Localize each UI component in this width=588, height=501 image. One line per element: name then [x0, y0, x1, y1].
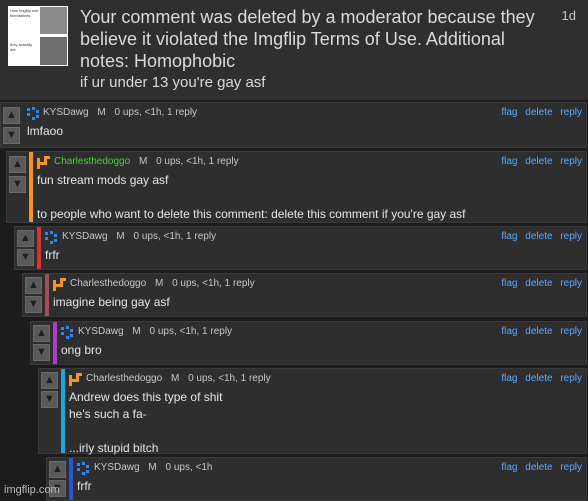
meme-thumbnail[interactable]: How Imgflip see themselves they actually…	[8, 6, 68, 66]
reply-link[interactable]: reply	[560, 278, 582, 289]
deleted-comment-text: if ur under 13 you're gay asf	[80, 74, 266, 91]
comment-text: ong bro	[61, 343, 102, 357]
comment-reply-7: ▲ ▼ KYSDawg M 0 ups, <1h flag delete rep…	[46, 457, 587, 501]
moderator-message: Your comment was deleted by a moderator …	[80, 7, 535, 71]
comment-text: frfr	[77, 479, 92, 493]
comment-stats: 0 ups, <1h, 1 reply	[149, 326, 233, 337]
delete-link[interactable]: delete	[525, 156, 552, 167]
avatar-icon[interactable]	[69, 373, 82, 386]
comment-age: 1d	[561, 8, 576, 23]
downvote-button[interactable]: ▼	[41, 391, 58, 408]
downvote-button[interactable]: ▼	[33, 344, 50, 361]
thread-bar	[45, 274, 49, 316]
downvote-button[interactable]: ▼	[3, 127, 20, 144]
upvote-button[interactable]: ▲	[25, 277, 42, 294]
avatar-icon[interactable]	[27, 107, 40, 120]
comment-username[interactable]: Charlesthedoggo	[86, 373, 162, 384]
comment-reply-6: ▲ ▼ Charlesthedoggo M 0 ups, <1h, 1 repl…	[38, 368, 587, 455]
delete-link[interactable]: delete	[525, 462, 552, 473]
downvote-button[interactable]: ▼	[25, 296, 42, 313]
delete-link[interactable]: delete	[525, 278, 552, 289]
deleted-comment-notice: How Imgflip see themselves they actually…	[0, 0, 588, 100]
reply-link[interactable]: reply	[560, 462, 582, 473]
avatar-icon[interactable]	[37, 156, 50, 169]
thumbnail-caption-top: How Imgflip see themselves	[10, 8, 39, 18]
upvote-button[interactable]: ▲	[33, 325, 50, 342]
comment-stats: 0 ups, <1h, 1 reply	[172, 278, 255, 289]
flag-link[interactable]: flag	[501, 373, 517, 384]
comment-reply-4: ▲ ▼ Charlesthedoggo M 0 ups, <1h, 1 repl…	[22, 273, 587, 317]
comment-text: frfr	[45, 248, 60, 262]
comment-text: imagine being gay asf	[53, 295, 170, 309]
flag-link[interactable]: flag	[501, 462, 517, 473]
watermark: imgflip.com	[4, 484, 60, 496]
delete-link[interactable]: delete	[525, 326, 552, 337]
avatar-icon[interactable]	[61, 326, 74, 339]
comment-text: lmfaoo	[27, 124, 64, 138]
comment-text: fun stream mods gay asf to people who wa…	[37, 173, 466, 221]
thumbnail-photo-top	[40, 7, 67, 34]
flag-link[interactable]: flag	[501, 231, 517, 242]
reply-link[interactable]: reply	[560, 373, 582, 384]
comment-stats: 0 ups, <1h, 1 reply	[114, 107, 198, 118]
thumbnail-caption-bottom: they actually are	[10, 42, 33, 52]
thread-bar	[61, 369, 65, 453]
upvote-button[interactable]: ▲	[49, 461, 66, 478]
reply-link[interactable]: reply	[560, 231, 582, 242]
flag-link[interactable]: flag	[501, 326, 517, 337]
comment-username[interactable]: KYSDawg	[94, 462, 140, 473]
thread-bar	[53, 322, 57, 364]
upvote-button[interactable]: ▲	[41, 372, 58, 389]
downvote-button[interactable]: ▼	[17, 249, 34, 266]
avatar-icon[interactable]	[45, 231, 58, 244]
mod-badge: M	[132, 326, 141, 337]
reply-link[interactable]: reply	[560, 326, 582, 337]
avatar-icon[interactable]	[77, 462, 90, 475]
upvote-button[interactable]: ▲	[3, 107, 20, 124]
comment-stats: 0 ups, <1h, 1 reply	[188, 373, 271, 384]
mod-badge: M	[97, 107, 106, 118]
comment-username[interactable]: Charlesthedoggo	[70, 278, 146, 289]
reply-link[interactable]: reply	[560, 107, 582, 118]
mod-badge: M	[148, 462, 157, 473]
comment-stats: 0 ups, <1h, 1 reply	[156, 156, 239, 167]
comment-username[interactable]: Charlesthedoggo	[54, 156, 130, 167]
upvote-button[interactable]: ▲	[17, 230, 34, 247]
comment-username[interactable]: KYSDawg	[43, 107, 89, 118]
comment-username[interactable]: KYSDawg	[78, 326, 124, 337]
downvote-button[interactable]: ▼	[9, 176, 26, 193]
flag-link[interactable]: flag	[501, 107, 517, 118]
comment-reply-1: ▲ ▼ KYSDawg M 0 ups, <1h, 1 reply flag d…	[0, 102, 587, 148]
avatar-icon[interactable]	[53, 278, 66, 291]
thread-bar	[37, 227, 41, 269]
mod-badge: M	[170, 373, 180, 384]
upvote-button[interactable]: ▲	[9, 156, 26, 173]
delete-link[interactable]: delete	[525, 107, 552, 118]
comment-stats: 0 ups, <1h, 1 reply	[133, 231, 217, 242]
delete-link[interactable]: delete	[525, 231, 552, 242]
thumbnail-photo-bottom	[40, 37, 67, 65]
thread-bar	[29, 152, 33, 222]
thread-bar	[69, 458, 73, 500]
comment-username[interactable]: KYSDawg	[62, 231, 108, 242]
comment-reply-3: ▲ ▼ KYSDawg M 0 ups, <1h, 1 reply flag d…	[14, 226, 587, 270]
flag-link[interactable]: flag	[501, 278, 517, 289]
flag-link[interactable]: flag	[501, 156, 517, 167]
mod-badge: M	[116, 231, 125, 242]
mod-badge: M	[138, 156, 148, 167]
comment-text: Andrew does this type of shit he's such …	[69, 390, 223, 455]
mod-badge: M	[154, 278, 164, 289]
reply-link[interactable]: reply	[560, 156, 582, 167]
comment-reply-2: ▲ ▼ Charlesthedoggo M 0 ups, <1h, 1 repl…	[6, 151, 587, 223]
delete-link[interactable]: delete	[525, 373, 552, 384]
comment-reply-5: ▲ ▼ KYSDawg M 0 ups, <1h, 1 reply flag d…	[30, 321, 587, 365]
comment-stats: 0 ups, <1h	[165, 462, 213, 473]
